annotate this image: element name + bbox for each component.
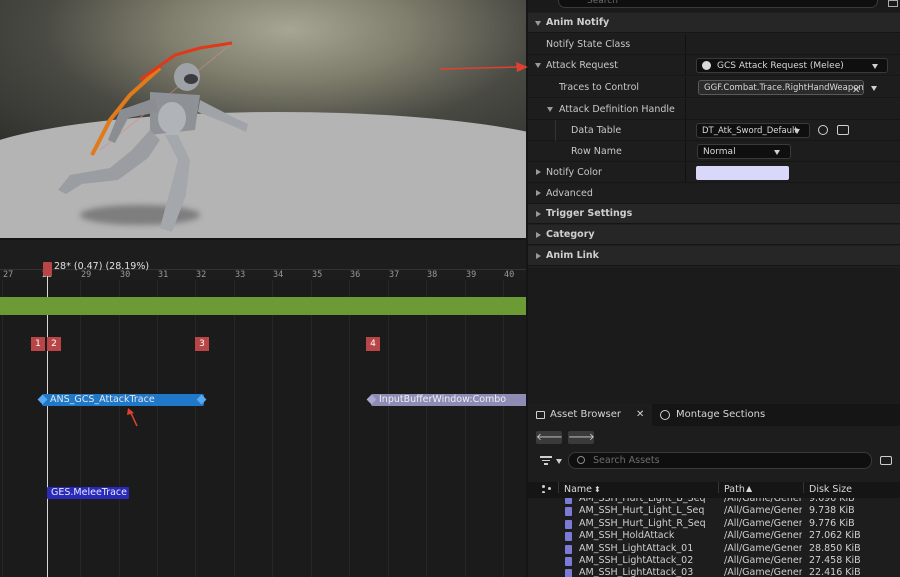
prop-notify-state-class: Notify State Class — [528, 34, 900, 55]
struct-icon — [702, 61, 711, 70]
tick-39: 39 — [466, 270, 477, 280]
marker-1[interactable]: 1 — [31, 337, 45, 351]
chevron-down-icon — [872, 64, 878, 69]
notify-melee-trace[interactable]: GES.MeleeTrace — [47, 487, 129, 499]
attack-request-combo[interactable]: GCS Attack Request (Melee) — [696, 58, 888, 73]
use-selected-icon[interactable] — [818, 125, 828, 135]
table-row[interactable]: AM_SSH_LightAttack_03 /All/Game/Generi 2… — [528, 567, 900, 577]
animation-viewport[interactable] — [0, 0, 526, 238]
expand-arrow-icon — [535, 21, 541, 26]
folder-settings-icon[interactable] — [880, 456, 892, 465]
data-table-combo[interactable]: DT_Atk_Sword_Default — [696, 123, 810, 138]
montage-section-track[interactable] — [0, 297, 526, 315]
prop-traces-to-control: Traces to Control GGF.Combat.Trace.Right… — [528, 77, 900, 98]
annotation-arrow-icon — [440, 62, 528, 72]
anim-montage-icon — [565, 507, 572, 517]
browse-folder-icon[interactable] — [837, 125, 849, 135]
prop-attack-definition-handle: Attack Definition Handle — [528, 99, 900, 120]
table-row[interactable]: AM_SSH_HoldAttack /All/Game/Generi 27.06… — [528, 530, 900, 542]
anim-montage-icon — [565, 569, 572, 577]
collapse-arrow-icon — [536, 211, 541, 217]
timeline-ruler[interactable] — [0, 240, 526, 280]
marker-2[interactable]: 2 — [47, 337, 61, 351]
table-row[interactable]: AM_SSH_LightAttack_01 /All/Game/Generi 2… — [528, 543, 900, 555]
gameplay-tag-chip[interactable]: GGF.Combat.Trace.RightHandWeapon — [698, 80, 864, 95]
anim-montage-icon — [565, 532, 572, 542]
notify-color-swatch[interactable] — [696, 166, 789, 180]
tick-33: 33 — [235, 270, 246, 280]
search-icon — [577, 456, 585, 464]
notifies-timeline[interactable]: 27 28 29 30 31 32 33 34 35 36 37 38 39 4… — [0, 240, 526, 577]
table-row[interactable]: AM_SSH_Hurt_Light_R_Seq /All/Game/Generi… — [528, 518, 900, 530]
details-empty-area — [528, 268, 900, 404]
tab-asset-browser[interactable]: Asset Browser ✕ — [528, 404, 652, 426]
collapse-arrow-icon[interactable] — [536, 169, 541, 175]
category-anim-link[interactable]: Anim Link — [528, 246, 900, 266]
prop-notify-color: Notify Color — [528, 162, 900, 183]
marker-3[interactable]: 3 — [195, 337, 209, 351]
notify-attack-trace[interactable]: ANS_GCS_AttackTrace — [42, 394, 204, 406]
tick-27: 27 — [3, 270, 14, 280]
collapse-arrow-icon — [536, 232, 541, 238]
tick-37: 37 — [389, 270, 400, 280]
prop-data-table: Data Table DT_Atk_Sword_Default — [528, 120, 900, 162]
asset-browser-icon — [536, 411, 545, 419]
character-mannequin — [58, 41, 248, 232]
playhead-line — [47, 276, 48, 577]
close-tab-icon[interactable]: ✕ — [636, 404, 644, 426]
category-category[interactable]: Category — [528, 225, 900, 245]
filter-dropdown-icon[interactable] — [556, 459, 562, 464]
collapse-arrow-icon — [536, 253, 541, 259]
category-trigger-settings[interactable]: Trigger Settings — [528, 204, 900, 224]
expand-arrow-icon[interactable] — [535, 63, 541, 68]
chevron-down-icon — [794, 129, 800, 134]
collapse-arrow-icon[interactable] — [536, 190, 541, 196]
anim-montage-icon — [565, 519, 572, 529]
asset-browser-panel[interactable]: Asset Browser ✕ Montage Sections 🡐 🡒 Sea… — [528, 404, 900, 577]
anim-montage-icon — [565, 557, 572, 566]
notify-input-buffer[interactable]: InputBufferWindow:Combo — [371, 394, 526, 406]
marker-4[interactable]: 4 — [366, 337, 380, 351]
tick-32: 32 — [196, 270, 207, 280]
category-anim-notify[interactable]: Anim Notify — [528, 13, 900, 33]
table-row[interactable]: AM_SSH_LightAttack_02 /All/Game/Generi 2… — [528, 555, 900, 567]
chevron-down-icon — [774, 150, 780, 155]
prop-row-name: Row Name Normal — [528, 141, 900, 162]
tab-bar: Asset Browser ✕ Montage Sections — [528, 404, 900, 426]
annotation-arrow-icon — [127, 408, 138, 427]
forward-button[interactable]: 🡒 — [568, 431, 595, 444]
details-search-input[interactable]: Search — [558, 0, 878, 8]
tab-montage-sections[interactable]: Montage Sections — [656, 404, 806, 426]
tick-35: 35 — [312, 270, 323, 280]
montage-sections-icon — [660, 410, 670, 420]
prop-advanced[interactable]: Advanced — [528, 183, 900, 204]
playhead-label: 28* (0.47) (28.19%) — [54, 261, 150, 272]
tick-36: 36 — [350, 270, 361, 280]
tick-34: 34 — [273, 270, 284, 280]
anim-montage-icon — [565, 544, 572, 554]
filter-icon[interactable] — [540, 456, 552, 466]
table-row[interactable]: AM_SSH_Hurt_Light_L_Seq /All/Game/Generi… — [528, 505, 900, 517]
asset-search-input[interactable]: Search Assets — [568, 452, 872, 469]
tick-38: 38 — [427, 270, 438, 280]
tick-31: 31 — [158, 270, 169, 280]
tag-dropdown-icon[interactable] — [871, 86, 877, 91]
playhead-handle[interactable] — [43, 262, 52, 276]
grid-view-icon[interactable] — [888, 0, 898, 7]
sort-ascending-icon: ▲ — [746, 484, 753, 493]
details-panel[interactable]: Search Anim Notify Notify State Class At… — [528, 0, 900, 268]
prop-attack-request: Attack Request GCS Attack Request (Melee… — [528, 55, 900, 76]
tick-40: 40 — [504, 270, 515, 280]
remove-tag-icon[interactable]: ✕ — [852, 80, 860, 101]
back-button[interactable]: 🡐 — [536, 431, 563, 444]
expand-arrow-icon[interactable] — [547, 107, 553, 112]
